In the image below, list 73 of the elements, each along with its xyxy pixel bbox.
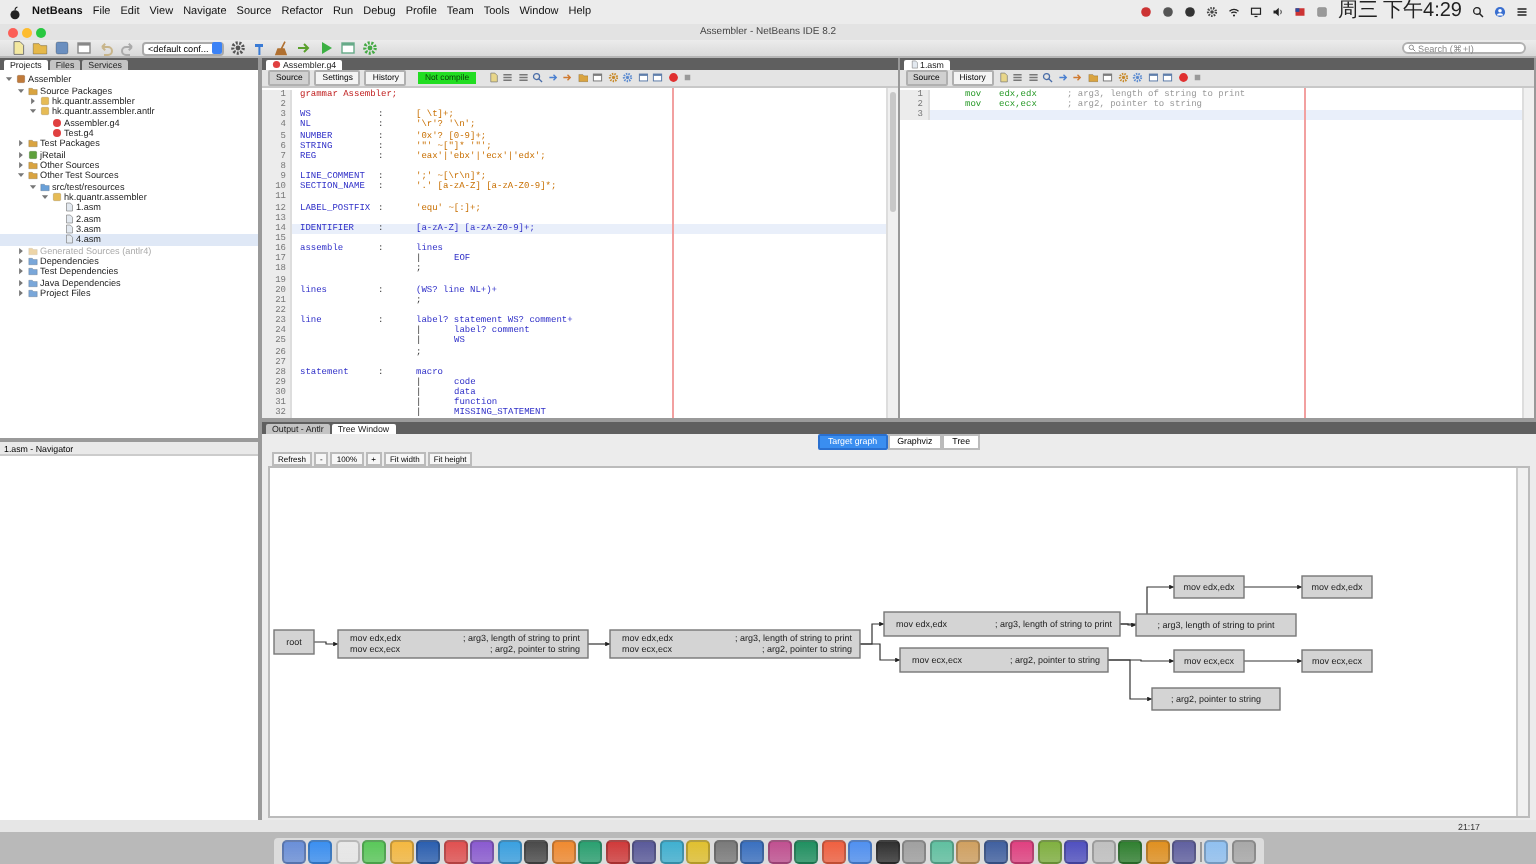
arrow-icon[interactable] <box>547 72 559 84</box>
stop-icon[interactable] <box>682 72 694 84</box>
arrow-icon[interactable] <box>562 72 574 84</box>
arrow-icon[interactable] <box>1072 72 1084 84</box>
expander-icon[interactable] <box>40 191 50 202</box>
app-icon[interactable] <box>605 839 629 863</box>
expander-icon[interactable] <box>28 95 38 106</box>
scrollbar[interactable] <box>1522 88 1534 418</box>
hammer-icon[interactable] <box>252 40 269 56</box>
expander-icon[interactable] <box>16 277 26 288</box>
expander-icon[interactable] <box>16 288 26 299</box>
app-icon[interactable] <box>524 839 548 863</box>
window-icon[interactable] <box>637 72 649 84</box>
copy-icon[interactable] <box>76 40 92 56</box>
expander-icon[interactable] <box>4 74 14 85</box>
user-icon[interactable] <box>1494 6 1506 18</box>
record-icon[interactable] <box>1139 6 1152 18</box>
edge-arrow <box>313 641 339 647</box>
expander-icon[interactable] <box>16 159 26 170</box>
library-icon <box>28 149 38 160</box>
expander-icon[interactable] <box>16 256 26 267</box>
app-icon[interactable] <box>875 839 899 863</box>
volume-icon[interactable] <box>1271 6 1284 18</box>
expander-icon[interactable] <box>16 170 26 181</box>
search-icon[interactable] <box>1472 6 1484 18</box>
record-icon[interactable] <box>667 72 679 84</box>
app-icon[interactable] <box>470 839 494 863</box>
menu-clock[interactable]: 周三 下午4:29 <box>1337 0 1462 24</box>
menu-icon[interactable] <box>1516 6 1528 18</box>
file-icon <box>272 60 281 69</box>
list-icon[interactable] <box>1012 72 1024 84</box>
arrow-icon[interactable] <box>1057 72 1069 84</box>
window-icon[interactable] <box>1147 72 1159 84</box>
window-icon[interactable] <box>592 72 604 84</box>
expander-icon[interactable] <box>16 138 26 149</box>
redo-icon[interactable] <box>120 40 136 56</box>
window-icon[interactable] <box>1162 72 1174 84</box>
record-icon[interactable] <box>1177 72 1189 84</box>
gear-icon[interactable] <box>230 40 247 56</box>
monitor-icon[interactable] <box>1249 6 1262 18</box>
app-icon[interactable] <box>740 839 764 863</box>
expander-icon[interactable] <box>16 85 26 96</box>
app-icon[interactable] <box>1172 839 1196 863</box>
package-icon <box>52 191 62 202</box>
window-icon[interactable] <box>652 72 664 84</box>
flag-icon[interactable] <box>1293 6 1306 18</box>
apple-icon <box>8 5 22 19</box>
edge-arrow <box>587 641 611 647</box>
app-icon[interactable] <box>1118 839 1142 863</box>
project-icon <box>16 74 26 85</box>
search-icon <box>1408 44 1416 52</box>
scrollbar[interactable] <box>885 88 897 418</box>
list-icon[interactable] <box>502 72 514 84</box>
edge-arrow <box>1243 658 1303 664</box>
list-icon[interactable] <box>517 72 529 84</box>
expander-icon[interactable] <box>16 266 26 277</box>
expander-icon[interactable] <box>28 106 38 117</box>
stop-icon[interactable] <box>1192 72 1204 84</box>
app-icon[interactable] <box>416 839 440 863</box>
app-icon[interactable] <box>1064 839 1088 863</box>
close-button[interactable] <box>8 27 18 37</box>
list-icon[interactable] <box>1027 72 1039 84</box>
broom-icon[interactable] <box>274 40 291 56</box>
app-icon[interactable] <box>983 839 1007 863</box>
wifi-icon[interactable] <box>1227 6 1240 18</box>
expander-icon[interactable] <box>16 149 26 160</box>
app-icon[interactable] <box>632 839 656 863</box>
gear-icon[interactable] <box>1205 6 1218 18</box>
folder-icon <box>28 85 38 96</box>
window-icon[interactable] <box>1102 72 1114 84</box>
edge-arrow <box>1243 584 1303 590</box>
expander-icon[interactable] <box>28 181 38 192</box>
scrollbar[interactable] <box>1516 468 1528 816</box>
